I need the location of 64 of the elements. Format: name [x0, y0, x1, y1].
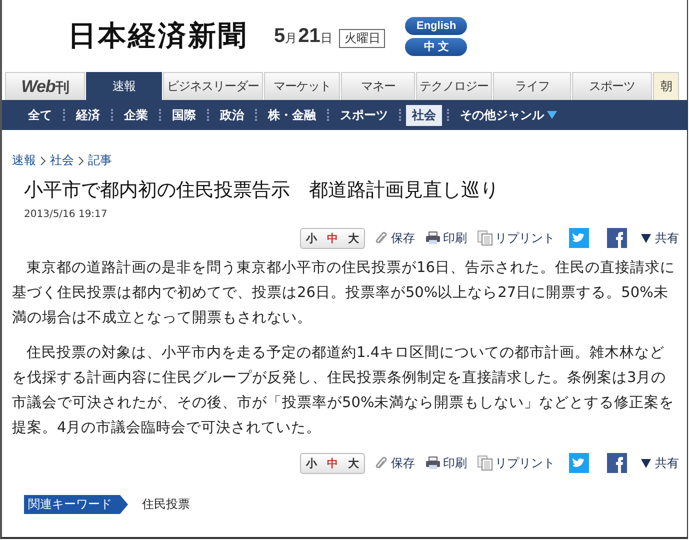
printer-icon: [425, 456, 441, 470]
weekday-label: 火曜日: [339, 28, 386, 48]
font-size-button[interactable]: 小: [301, 228, 322, 248]
newspaper-logo[interactable]: 日本経済新聞: [68, 17, 248, 55]
category-link[interactable]: スポーツ: [334, 104, 394, 126]
category-link[interactable]: 株・金融: [262, 104, 322, 126]
related-keywords-label: 関連キーワード: [24, 495, 128, 514]
reprint-button[interactable]: リプリント: [477, 454, 555, 472]
facebook-icon[interactable]: [607, 228, 627, 248]
web-edition-tab[interactable]: Web刊: [5, 72, 85, 100]
language-button[interactable]: English: [405, 16, 468, 34]
triangle-down-icon: [641, 458, 651, 468]
article-timestamp: 2013/5/16 19:17: [24, 209, 108, 220]
breadcrumb-link[interactable]: 社会: [50, 152, 74, 169]
nav-tab[interactable]: マネー: [341, 72, 415, 100]
category-link[interactable]: 国際: [166, 104, 202, 126]
date-unit: 月: [285, 30, 298, 46]
date-month: 5: [274, 24, 286, 48]
breadcrumb-link[interactable]: 記事: [88, 152, 112, 169]
font-size-button[interactable]: 小: [301, 454, 322, 472]
nav-tab[interactable]: テクノロジー: [416, 72, 492, 100]
language-button[interactable]: 中 文: [405, 38, 468, 56]
twitter-icon[interactable]: [569, 453, 589, 473]
category-link[interactable]: 政治: [214, 104, 250, 126]
font-size-button[interactable]: 大: [343, 228, 364, 248]
share-button[interactable]: 共有: [641, 454, 679, 472]
facebook-icon[interactable]: [607, 453, 627, 473]
nav-tab[interactable]: 朝: [653, 72, 679, 100]
category-link[interactable]: 経済: [70, 104, 106, 126]
nav-tab[interactable]: ライフ: [493, 72, 571, 100]
triangle-down-icon: [641, 234, 651, 242]
font-size-button[interactable]: 大: [343, 454, 364, 472]
print-button[interactable]: 印刷: [425, 230, 467, 246]
paperclip-icon: [375, 231, 389, 245]
nav-tab[interactable]: マーケット: [264, 72, 340, 100]
category-link[interactable]: その他ジャンル: [454, 104, 563, 126]
documents-icon: [477, 455, 493, 471]
article-paragraph: 東京都の道路計画の是非を問う東京都小平市の住民投票が16日、告示された。住民の直接請求に基づく住民投票は都内で初めてで、投票は26日。投票率が50%以上なら27日に開票する。50%未満の場合は不成立となって開票もされない。: [12, 258, 676, 328]
date-day: 21: [298, 24, 320, 48]
category-link[interactable]: 全て: [22, 104, 58, 126]
reprint-button[interactable]: リプリント: [477, 230, 555, 246]
article-paragraph: 住民投票の対象は、小平市内を走る予定の都道約1.4キロ区間についての都市計画。雑木林などを伐採する計画内容に住民グループが反発し、住民投票条例制定を直接請求した。条例案は3月の市議会で可決されたが、その後、市が「投票率が50%未満なら開票もしない」などとする修正案を提案。4月の市議会臨時会で可決されていた。: [12, 344, 676, 438]
font-size-button[interactable]: 中: [322, 454, 343, 472]
dropdown-icon: [547, 111, 557, 119]
category-link[interactable]: 企業: [118, 104, 154, 126]
nav-tab[interactable]: 速報: [86, 72, 162, 100]
save-button[interactable]: 保存: [375, 230, 415, 246]
date-unit: 日: [320, 30, 332, 46]
share-button[interactable]: 共有: [641, 230, 679, 246]
print-button[interactable]: 印刷: [425, 454, 467, 472]
breadcrumb-link[interactable]: 速報: [12, 152, 36, 169]
nav-tab[interactable]: ビジネスリーダー: [163, 72, 263, 100]
save-button[interactable]: 保存: [375, 454, 415, 472]
documents-icon: [477, 230, 493, 246]
article-title: 小平市で都内初の住民投票告示 都道路計画見直し巡り: [24, 178, 500, 203]
keyword-link[interactable]: 住民投票: [142, 496, 190, 513]
chevron-right-icon: [39, 156, 47, 166]
nav-tab[interactable]: スポーツ: [572, 72, 652, 100]
chevron-right-icon: [77, 156, 85, 166]
printer-icon: [425, 231, 441, 245]
twitter-icon[interactable]: [569, 228, 589, 248]
category-link[interactable]: 社会: [406, 104, 442, 126]
paperclip-icon: [375, 456, 389, 470]
font-size-button[interactable]: 中: [322, 228, 343, 248]
